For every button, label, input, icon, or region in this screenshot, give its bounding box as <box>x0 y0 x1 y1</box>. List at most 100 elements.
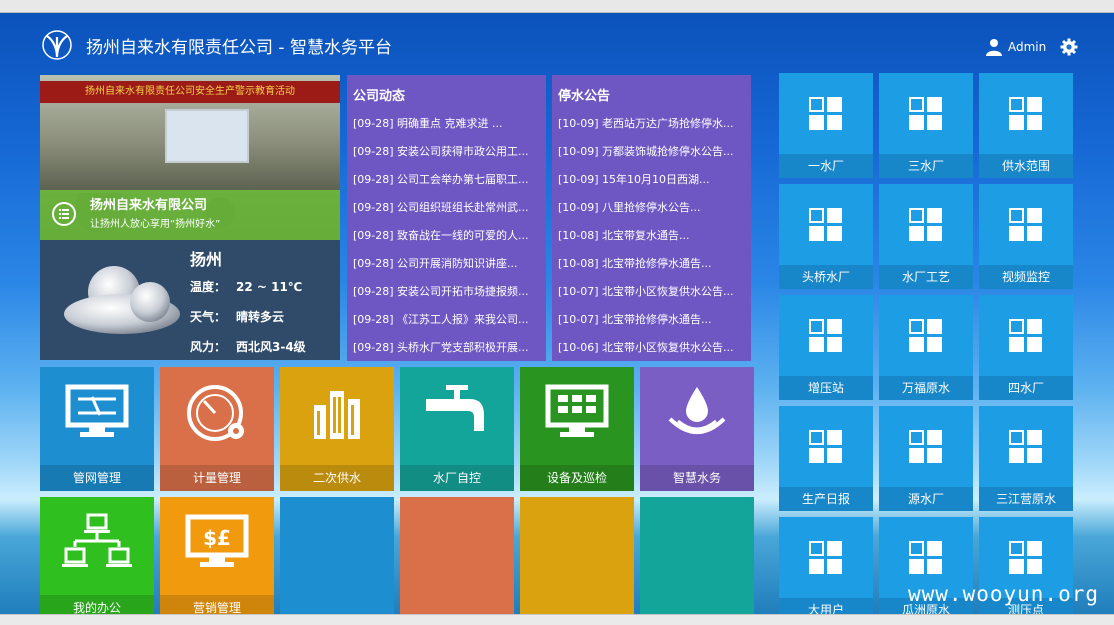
station-label: 生产日报 <box>779 487 873 511</box>
tile-empty <box>640 497 754 621</box>
notice-item[interactable]: [10-08] 北宝带复水通告... <box>558 227 746 255</box>
tiles-icon <box>809 430 843 464</box>
tile-label: 智慧水务 <box>640 465 754 491</box>
tile-empty <box>520 497 634 621</box>
outage-notice-title[interactable]: 停水公告 <box>558 85 610 104</box>
news-item[interactable]: [09-28] 公司组织班组长赴常州武... <box>353 199 541 227</box>
station-tile[interactable]: 一水厂 <box>779 73 873 178</box>
tile-label: 计量管理 <box>160 465 274 491</box>
tiles-icon <box>809 97 843 131</box>
list-icon[interactable] <box>52 202 76 226</box>
tile-empty <box>400 497 514 621</box>
notice-item[interactable]: [10-09] 老西站万达广场抢修停水... <box>558 115 746 143</box>
station-tile[interactable]: 视频监控 <box>979 184 1073 289</box>
meter-gauge-icon <box>187 385 244 441</box>
outage-notice-list: [10-09] 老西站万达广场抢修停水... [10-09] 万都装饰城抢修停水… <box>558 115 746 367</box>
station-tile[interactable]: 增压站 <box>779 295 873 400</box>
station-tile[interactable]: 水厂工艺 <box>879 184 973 289</box>
banner-sign: 扬州自来水有限责任公司安全生产警示教育活动 <box>40 81 340 103</box>
water-drop-icon <box>668 387 726 434</box>
station-label: 水厂工艺 <box>879 265 973 289</box>
tile-marketing[interactable]: $£ 营销管理 <box>160 497 274 621</box>
news-item[interactable]: [09-28] 公司工会举办第七届职工... <box>353 171 541 199</box>
page-title: 扬州自来水有限责任公司 - 智慧水务平台 <box>86 38 392 58</box>
tiles-icon <box>809 541 843 575</box>
news-item[interactable]: [09-28] 致奋战在一线的可爱的人... <box>353 227 541 255</box>
tile-secondary-supply[interactable]: 二次供水 <box>280 367 394 491</box>
station-label: 四水厂 <box>979 376 1073 400</box>
tiles-icon <box>909 208 943 242</box>
notice-item[interactable]: [10-09] 万都装饰城抢修停水公告... <box>558 143 746 171</box>
tile-plant-control[interactable]: 水厂自控 <box>400 367 514 491</box>
gear-icon[interactable] <box>1060 38 1078 56</box>
tiles-icon <box>909 541 943 575</box>
tile-smart-water[interactable]: 智慧水务 <box>640 367 754 491</box>
station-tile[interactable]: 三水厂 <box>879 73 973 178</box>
weather-wind: 风力： 西北风3-4级 <box>190 340 306 354</box>
news-item[interactable]: [09-28] 头桥水厂党支部积极开展... <box>353 339 541 367</box>
banner-subtitle: 让扬州人放心享用“扬州好水” <box>90 219 221 230</box>
cloud-icon <box>64 266 180 334</box>
svg-text:$£: $£ <box>203 526 231 550</box>
tiles-icon <box>809 319 843 353</box>
user-icon <box>986 39 1002 56</box>
station-tile[interactable]: 万福原水 <box>879 295 973 400</box>
station-tile[interactable]: 生产日报 <box>779 406 873 511</box>
outage-notice-panel: 停水公告 [10-09] 老西站万达广场抢修停水... [10-09] 万都装饰… <box>552 75 751 361</box>
tiles-icon <box>909 97 943 131</box>
company-news-list: [09-28] 明确重点 克难求进 ... [09-28] 安装公司获得市政公用… <box>353 115 541 367</box>
notice-item[interactable]: [10-06] 北宝带小区恢复供水公告... <box>558 339 746 367</box>
tile-label: 二次供水 <box>280 465 394 491</box>
weather-panel: 扬州 温度： 22 ~ 11℃ 天气： 晴转多云 风力： 西北风3-4级 <box>40 240 340 360</box>
user-menu[interactable]: Admin <box>986 38 1078 56</box>
projector-screen <box>165 109 249 163</box>
company-news-title[interactable]: 公司动态 <box>353 85 405 104</box>
watermark: www.wooyun.org <box>908 582 1100 606</box>
news-item[interactable]: [09-28] 《江苏工人报》来我公司... <box>353 311 541 339</box>
network-computers-icon <box>62 513 132 567</box>
building-icon <box>314 391 360 439</box>
tiles-icon <box>909 430 943 464</box>
news-item[interactable]: [09-28] 公司开展消防知识讲座... <box>353 255 541 283</box>
station-tile[interactable]: 三江营原水 <box>979 406 1073 511</box>
news-item[interactable]: [09-28] 安装公司获得市政公用工... <box>353 143 541 171</box>
station-tile[interactable]: 供水范围 <box>979 73 1073 178</box>
tile-label: 管网管理 <box>40 465 154 491</box>
notice-item[interactable]: [10-07] 北宝带抢修停水通告... <box>558 311 746 339</box>
station-label: 源水厂 <box>879 487 973 511</box>
station-tile[interactable]: 源水厂 <box>879 406 973 511</box>
faucet-icon <box>426 385 484 431</box>
news-item[interactable]: [09-28] 安装公司开拓市场捷报频... <box>353 283 541 311</box>
news-item[interactable]: [09-28] 明确重点 克难求进 ... <box>353 115 541 143</box>
tile-my-office[interactable]: 我的办公 <box>40 497 154 621</box>
station-tile[interactable]: 头桥水厂 <box>779 184 873 289</box>
station-label: 万福原水 <box>879 376 973 400</box>
username[interactable]: Admin <box>1008 40 1046 54</box>
station-tile[interactable]: 大用户 <box>779 517 873 622</box>
station-tile[interactable]: 测压点 <box>979 517 1073 622</box>
weather-sky: 天气： 晴转多云 <box>190 310 285 324</box>
tile-equipment-patrol[interactable]: 设备及巡检 <box>520 367 634 491</box>
station-tile[interactable]: 瓜洲原水 <box>879 517 973 622</box>
notice-item[interactable]: [10-08] 北宝带抢修停水通告... <box>558 255 746 283</box>
station-label: 一水厂 <box>779 154 873 178</box>
tile-metering[interactable]: 计量管理 <box>160 367 274 491</box>
tile-pipe-network[interactable]: 管网管理 <box>40 367 154 491</box>
station-label: 供水范围 <box>979 154 1073 178</box>
station-label: 视频监控 <box>979 265 1073 289</box>
monitor-network-icon <box>65 384 129 437</box>
banner-title: 扬州自来水有限公司 <box>90 198 208 213</box>
tile-empty <box>280 497 394 621</box>
tiles-icon <box>909 319 943 353</box>
notice-item[interactable]: [10-09] 15年10月10日西湖... <box>558 171 746 199</box>
station-label: 增压站 <box>779 376 873 400</box>
news-banner[interactable]: 扬州自来水有限责任公司安全生产警示教育活动 扬州自来水有限公司 让扬州人放心享用… <box>40 75 340 240</box>
browser-status-bar <box>0 614 1114 625</box>
tiles-icon <box>1009 208 1043 242</box>
tile-label: 设备及巡检 <box>520 465 634 491</box>
weather-city: 扬州 <box>190 250 223 269</box>
notice-item[interactable]: [10-09] 八里抢修停水公告... <box>558 199 746 227</box>
notice-item[interactable]: [10-07] 北宝带小区恢复供水公告... <box>558 283 746 311</box>
station-tile[interactable]: 四水厂 <box>979 295 1073 400</box>
browser-tab-strip <box>0 0 1114 13</box>
